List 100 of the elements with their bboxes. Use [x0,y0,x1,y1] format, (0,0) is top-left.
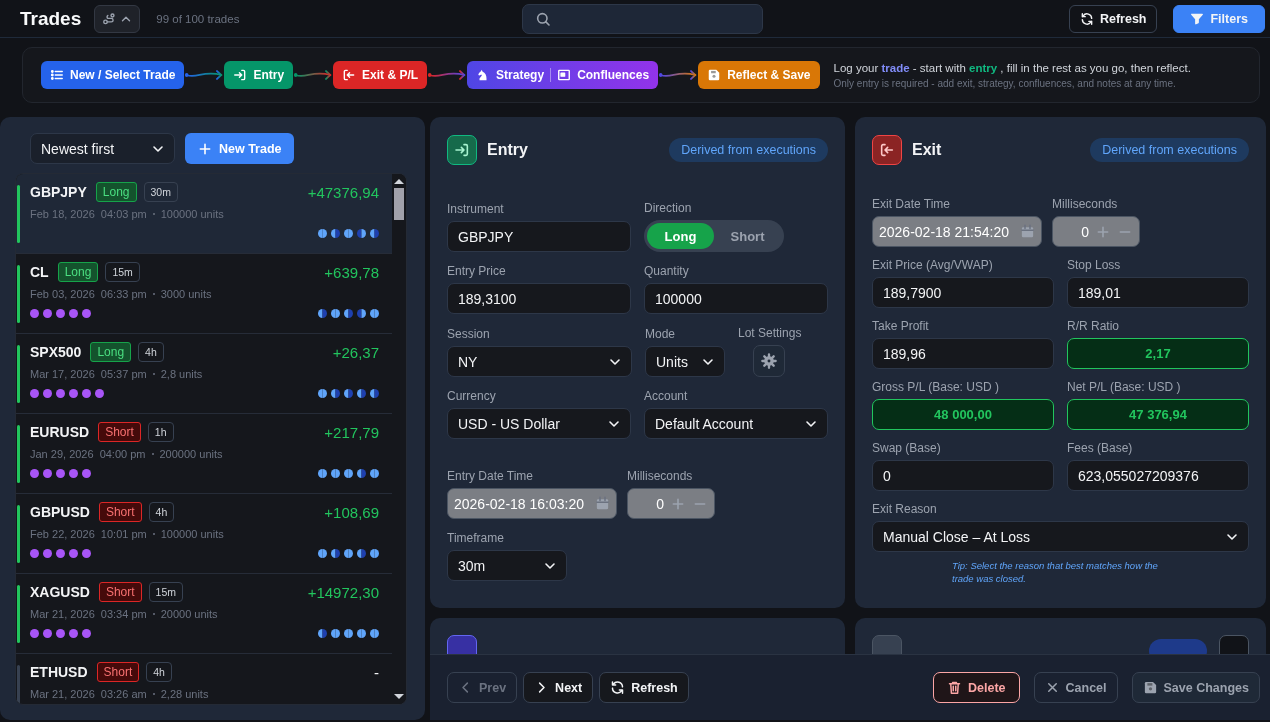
circle-icon [318,468,327,478]
field-label: Take Profit [872,319,930,333]
trade-date: Jan 29, 2026 [30,448,94,460]
timeframe-tag: 15m [148,582,184,602]
dropdown[interactable]: Manual Close – At Loss [872,521,1249,552]
trade-row[interactable]: XAGUSD Short 15m +14972,30 Mar 21, 2026 03:34 pm 20000 units [16,574,392,654]
sign-out-icon [879,142,895,158]
trade-symbol: EURUSD [30,424,90,440]
circle-icon [344,628,353,638]
rating-dot [69,308,78,318]
trash-icon [947,680,962,695]
trade-time: 03:34 pm [100,608,147,620]
trade-row[interactable]: ETHUSD Short 4h - Mar 21, 2026 03:26 am 2,28 units [16,654,392,704]
rating-dot [56,628,65,638]
workflow-step-button[interactable]: Confluences [551,61,656,89]
rating-dot [43,308,52,318]
rating-dot [69,628,78,638]
trade-count: 99 of 100 trades [156,12,240,25]
direction-tag: Short [96,662,140,682]
cancel-button[interactable]: Cancel [1033,672,1118,703]
workflow-step-button[interactable]: Strategy [470,61,551,89]
dropdown[interactable]: Units [645,346,725,377]
trade-row[interactable]: GBPUSD Short 4h +108,69 Feb 22, 2026 10:01 pm 100000 units [16,494,392,574]
field-label: Exit Price (Avg/VWAP) [872,258,994,272]
field-label: Instrument [447,202,505,216]
field-label: Milliseconds [1052,197,1119,211]
field-label: Swap (Base) [872,441,942,455]
search-field[interactable] [522,3,763,34]
half-circle-icon [344,308,353,318]
direction-tag: Long [95,182,137,202]
trade-date: Mar 21, 2026 [30,688,95,700]
rating-dot [43,548,52,558]
trade-time: 04:03 pm [100,208,147,220]
field-label: Entry Date Time [447,469,535,483]
refresh-button[interactable]: Refresh [599,672,689,703]
trade-row[interactable]: SPX500 Long 4h +26,37 Mar 17, 2026 05:37 pm 2,8 units [16,334,392,414]
text-field[interactable]: 189,3100 [447,283,631,314]
field-label: Quantity [644,264,690,278]
half-circle-icon [331,548,340,558]
text-field[interactable]: GBPJPY [447,221,631,252]
timeframe-tag: 4h [148,502,175,522]
next-button[interactable]: Next [523,672,594,703]
half-circle-icon [318,308,327,318]
gear-icon [761,353,777,369]
rating-dot [43,388,52,398]
scrollbar[interactable] [392,174,406,704]
settings-button[interactable] [753,345,785,377]
direction-tag: Short [98,582,142,602]
trade-row[interactable]: EURUSD Short 1h +217,79 Jan 29, 2026 04:00 pm 200000 units [16,414,392,494]
dropdown[interactable]: 30m [447,550,567,581]
refresh-icon [610,680,626,695]
half-circle-icon [331,388,340,398]
rating-dot [56,308,65,318]
hint-text: Log your trade - start with entry , fill in the rest as you go, then reflect. [833,61,1191,74]
trade-units: 3000 units [160,288,212,300]
trade-symbol: SPX500 [30,344,82,360]
field-label: Mode [645,327,677,341]
timeframe-tag: 4h [138,342,164,362]
dropdown[interactable]: USD - US Dollar [447,408,631,439]
text-field[interactable]: 189,01 [1067,277,1249,308]
rating-dot [43,468,52,478]
toggle-option[interactable]: Short [714,223,781,249]
rating-dot [69,468,78,478]
rating-dot [56,548,65,558]
workflow-step-button[interactable]: Entry [224,61,294,89]
half-circle-icon [357,308,366,318]
trade-units: 2,28 units [160,688,209,700]
trade-time: 05:37 pm [100,368,147,380]
field-label: Net P/L (Base: USD ) [1067,380,1182,394]
text-field[interactable]: 0 [872,460,1054,491]
delete-button[interactable]: Delete [933,672,1020,703]
sign-in-icon [454,142,470,158]
text-field[interactable]: 623,055027209376 [1067,460,1249,491]
refresh-icon [1079,11,1094,26]
field-label: Direction [644,201,693,215]
text-field[interactable]: 189,96 [872,338,1054,369]
rating-dot [30,628,39,638]
trade-units: 20000 units [160,608,218,620]
workflow-step-button[interactable]: New / Select Trade [41,61,185,89]
field-label: Currency [447,389,497,403]
note-text: Only entry is required - add exit, strategy, confluences, and notes at any time. [833,77,1177,89]
rating-dot [30,308,39,318]
dropdown[interactable]: Default Account [644,408,828,439]
tip-text: Tip: Select the reason that best matches how the trade was closed. [952,559,1159,586]
workflow-step-button[interactable]: Exit & P/L [333,61,428,89]
field-label: Entry Price [447,264,507,278]
circle-icon [370,308,379,318]
result-field: 48 000,00 [872,399,1054,430]
view-toggle-button[interactable] [94,4,141,33]
refresh-button[interactable]: Refresh [1068,4,1158,33]
text-field[interactable]: 100000 [644,283,828,314]
new-trade-button[interactable]: New Trade [185,133,294,164]
trade-time: 06:33 pm [100,288,147,300]
trade-row[interactable]: CL Long 15m +639,78 Feb 03, 2026 06:33 pm 3000 units [16,254,392,334]
sort-dropdown[interactable]: Newest first [30,133,175,164]
rating-dot [43,628,52,638]
trade-row[interactable]: GBPJPY Long 30m +47376,94 Feb 18, 2026 04:03 pm 100000 units [16,174,392,254]
dropdown[interactable]: NY [447,346,632,377]
trade-units: 100000 units [160,528,224,540]
text-field[interactable]: 189,7900 [872,277,1054,308]
